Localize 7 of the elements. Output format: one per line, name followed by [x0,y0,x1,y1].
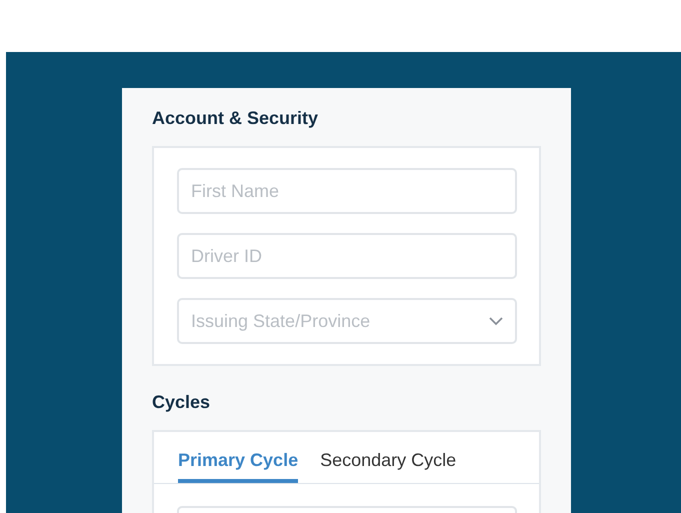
tab[interactable]: Primary Cycle [178,450,298,483]
section-title: Cycles [152,391,212,414]
tab[interactable]: Secondary Cycle [320,450,456,483]
input-field[interactable]: First Name [177,168,517,214]
chevron-down-icon [489,316,503,326]
input-field[interactable]: Driver ID [177,233,517,279]
section-title: Account & Security [152,107,320,130]
